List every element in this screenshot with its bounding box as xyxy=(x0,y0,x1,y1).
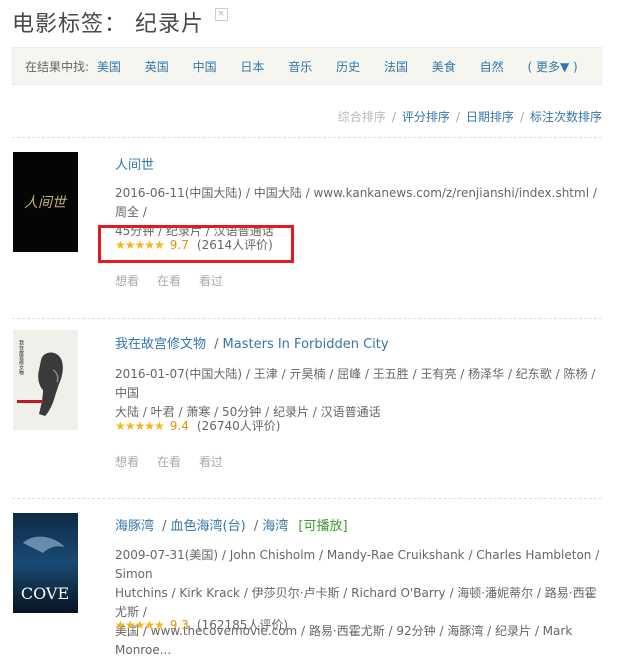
playable-link[interactable]: [可播放] xyxy=(298,519,347,534)
sort-separator: / xyxy=(391,110,396,124)
sort-bar: 综合排序 / 评分排序 / 日期排序 / 标注次数排序 xyxy=(338,108,602,125)
star-rating-icon: ★★★★★ xyxy=(115,618,165,632)
movie-title[interactable]: 人间世 xyxy=(115,154,154,173)
movie-title-main[interactable]: 我在故宫修文物 xyxy=(115,337,206,352)
title-separator: / xyxy=(214,337,219,352)
filter-more-link[interactable]: ( 更多▼ ) xyxy=(527,60,577,74)
movie-actions: 想看 在看 看过 xyxy=(115,272,241,289)
page-title-prefix: 电影标签： xyxy=(12,12,128,37)
rating-score: 9.3 xyxy=(169,618,189,632)
filter-link-food[interactable]: 美食 xyxy=(432,60,456,74)
poster-title-text: 我在故宫修文物 xyxy=(18,339,24,376)
movie-meta-line: 2009-07-31(美国) / John Chisholm / Mandy-R… xyxy=(115,548,600,581)
movie-meta-line: 2016-01-07(中国大陆) / 王津 / 亓昊楠 / 屈峰 / 王五胜 /… xyxy=(115,367,596,400)
movie-rating: ★★★★★ 9.4 (26740人评价) xyxy=(115,417,280,434)
movie-meta-line: 2016-06-11(中国大陆) / 中国大陆 / www.kankanews.… xyxy=(115,186,597,219)
movie-rating: ★★★★★ 9.3 (162185人评价) xyxy=(115,616,288,633)
rating-votes[interactable]: (162185人评价) xyxy=(197,618,288,632)
sort-separator: / xyxy=(519,110,524,124)
filter-link-uk[interactable]: 英国 xyxy=(145,60,169,74)
movie-title-main[interactable]: 海豚湾 xyxy=(115,519,154,534)
filter-link-japan[interactable]: 日本 xyxy=(240,60,264,74)
filter-link-usa[interactable]: 美国 xyxy=(97,60,121,74)
filter-link-music[interactable]: 音乐 xyxy=(288,60,312,74)
rating-votes[interactable]: (26740人评价) xyxy=(197,419,281,433)
movie-title-alt[interactable]: Masters In Forbidden City xyxy=(223,337,389,352)
movie-title[interactable]: 我在故宫修文物 / Masters In Forbidden City xyxy=(115,333,389,352)
poster-image[interactable]: 人间世 xyxy=(13,152,78,252)
page-title-tag: 纪录片 xyxy=(135,12,205,37)
movie-title-alt[interactable]: 血色海湾(台) xyxy=(171,519,246,534)
star-rating-icon: ★★★★★ xyxy=(115,419,165,433)
list-divider xyxy=(12,498,602,500)
list-divider xyxy=(12,137,602,139)
sort-by-marks[interactable]: 标注次数排序 xyxy=(530,110,602,124)
watched-button[interactable]: 看过 xyxy=(199,455,223,469)
poster-title-text: 人间世 xyxy=(24,195,68,211)
page-title: 电影标签： 纪录片 × xyxy=(12,6,229,38)
movie-title[interactable]: 海豚湾 / 血色海湾(台) / 海湾 [可播放] xyxy=(115,515,348,534)
sort-separator: / xyxy=(455,110,460,124)
filter-link-history[interactable]: 历史 xyxy=(336,60,360,74)
poster-image[interactable]: 我在故宫修文物 xyxy=(13,330,78,430)
filter-bar: 在结果中找: 美国 英国 中国 日本 音乐 历史 法国 美食 自然 ( 更多▼ … xyxy=(12,47,602,85)
filter-link-france[interactable]: 法国 xyxy=(384,60,408,74)
poster-image[interactable]: COVE xyxy=(13,513,78,613)
rating-score: 9.4 xyxy=(169,419,189,433)
filter-link-nature[interactable]: 自然 xyxy=(480,60,504,74)
sort-by-rating[interactable]: 评分排序 xyxy=(402,110,450,124)
sort-by-date[interactable]: 日期排序 xyxy=(466,110,514,124)
movie-meta: 2016-01-07(中国大陆) / 王津 / 亓昊楠 / 屈峰 / 王五胜 /… xyxy=(115,365,605,422)
sort-comprehensive[interactable]: 综合排序 xyxy=(338,110,386,124)
want-to-watch-button[interactable]: 想看 xyxy=(115,274,139,288)
watched-button[interactable]: 看过 xyxy=(199,274,223,288)
watching-button[interactable]: 在看 xyxy=(157,455,181,469)
filter-label: 在结果中找: xyxy=(25,60,90,74)
movie-meta: 2009-07-31(美国) / John Chisholm / Mandy-R… xyxy=(115,546,605,660)
highlight-box xyxy=(98,225,294,263)
filter-link-china[interactable]: 中国 xyxy=(193,60,217,74)
list-divider xyxy=(12,318,602,320)
poster-title-text: COVE xyxy=(21,584,69,603)
movie-actions: 想看 在看 看过 xyxy=(115,453,241,470)
movie-title-alt-2[interactable]: 海湾 xyxy=(262,519,288,534)
watching-button[interactable]: 在看 xyxy=(157,274,181,288)
title-separator: / xyxy=(162,519,167,534)
close-icon[interactable]: × xyxy=(215,8,229,21)
title-separator: / xyxy=(253,519,259,534)
want-to-watch-button[interactable]: 想看 xyxy=(115,455,139,469)
